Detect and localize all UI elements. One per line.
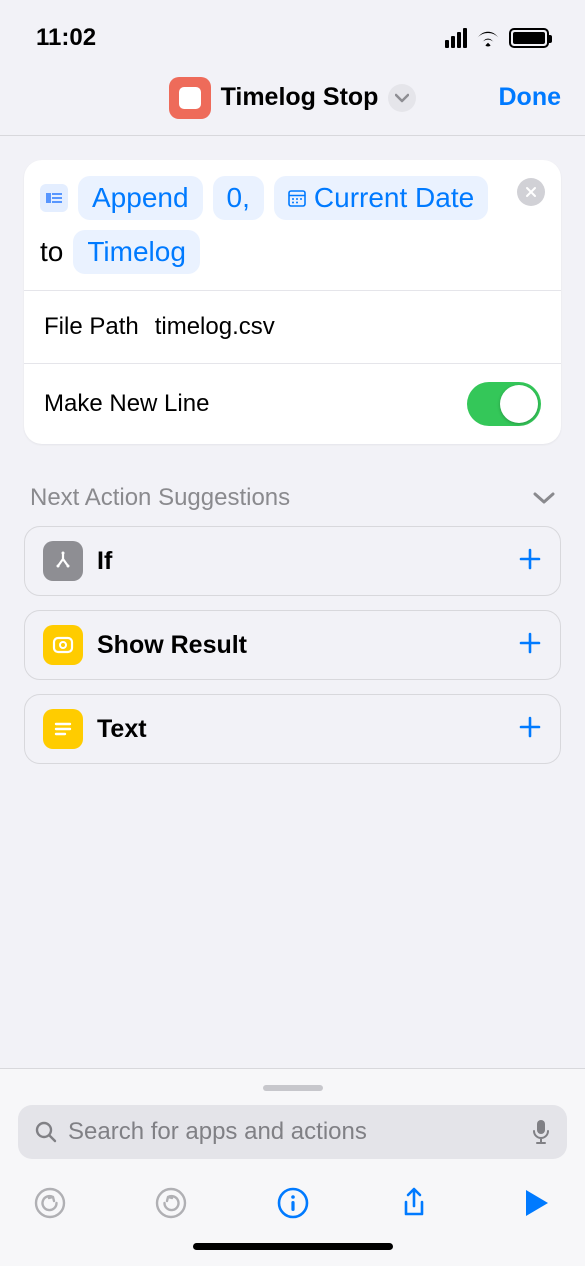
clear-action-button[interactable] — [517, 178, 545, 206]
undo-button[interactable] — [30, 1183, 70, 1223]
cellular-signal-icon — [445, 28, 467, 48]
chevron-down-icon — [533, 491, 555, 505]
files-app-icon — [40, 184, 68, 212]
switch-knob — [500, 385, 538, 423]
add-suggestion-button[interactable] — [518, 631, 542, 660]
info-icon — [276, 1186, 310, 1220]
done-button[interactable]: Done — [499, 83, 562, 112]
file-path-row[interactable]: File Path timelog.csv — [24, 290, 561, 363]
bottom-panel: Search for apps and actions — [0, 1068, 585, 1266]
suggestions-heading: Next Action Suggestions — [30, 484, 290, 512]
file-path-value: timelog.csv — [155, 313, 275, 341]
undo-icon — [33, 1186, 67, 1220]
search-placeholder: Search for apps and actions — [68, 1118, 521, 1146]
status-bar: 11:02 — [0, 0, 585, 60]
add-suggestion-button[interactable] — [518, 547, 542, 576]
branch-icon — [43, 541, 83, 581]
microphone-icon[interactable] — [531, 1119, 551, 1145]
wifi-icon — [475, 28, 501, 48]
suggestion-show-result[interactable]: Show Result — [24, 610, 561, 680]
battery-icon — [509, 28, 549, 48]
add-suggestion-button[interactable] — [518, 715, 542, 744]
suggestion-text[interactable]: Text — [24, 694, 561, 764]
nav-header: Timelog Stop Done — [0, 60, 585, 136]
action-joiner: to — [40, 236, 63, 268]
result-icon — [43, 625, 83, 665]
suggestion-label: Text — [97, 715, 147, 744]
suggestion-label: Show Result — [97, 631, 247, 660]
chevron-down-icon — [388, 84, 416, 112]
close-icon — [525, 186, 537, 198]
search-input[interactable]: Search for apps and actions — [18, 1105, 567, 1159]
action-variable-label: Current Date — [314, 182, 474, 214]
make-new-line-label: Make New Line — [44, 390, 209, 418]
info-button[interactable] — [273, 1183, 313, 1223]
action-header[interactable]: Append 0, Current Date to Timelog — [24, 160, 561, 290]
status-time: 11:02 — [36, 24, 96, 52]
status-right — [445, 28, 549, 48]
action-text-token[interactable]: 0, — [213, 176, 264, 220]
make-new-line-toggle[interactable] — [467, 382, 541, 426]
play-icon — [518, 1186, 552, 1220]
home-indicator[interactable] — [193, 1243, 393, 1250]
suggestions-header[interactable]: Next Action Suggestions — [30, 484, 555, 512]
share-icon — [397, 1186, 431, 1220]
drag-handle[interactable] — [263, 1085, 323, 1091]
make-new-line-row: Make New Line — [24, 363, 561, 444]
search-icon — [34, 1120, 58, 1144]
redo-icon — [154, 1186, 188, 1220]
toolbar — [18, 1159, 567, 1237]
page-title: Timelog Stop — [221, 83, 379, 112]
calendar-icon — [288, 189, 306, 207]
redo-button[interactable] — [151, 1183, 191, 1223]
run-button[interactable] — [515, 1183, 555, 1223]
stop-icon — [179, 87, 201, 109]
text-icon — [43, 709, 83, 749]
file-path-label: File Path — [44, 313, 139, 341]
append-action-card: Append 0, Current Date to Timelog File P… — [24, 160, 561, 444]
suggestion-if[interactable]: If — [24, 526, 561, 596]
action-verb-token[interactable]: Append — [78, 176, 203, 220]
content: Append 0, Current Date to Timelog File P… — [0, 136, 585, 764]
shortcut-icon — [169, 77, 211, 119]
share-button[interactable] — [394, 1183, 434, 1223]
action-target-token[interactable]: Timelog — [73, 230, 200, 274]
shortcut-title-button[interactable]: Timelog Stop — [169, 77, 417, 119]
action-variable-token[interactable]: Current Date — [274, 176, 488, 220]
suggestion-label: If — [97, 547, 112, 576]
